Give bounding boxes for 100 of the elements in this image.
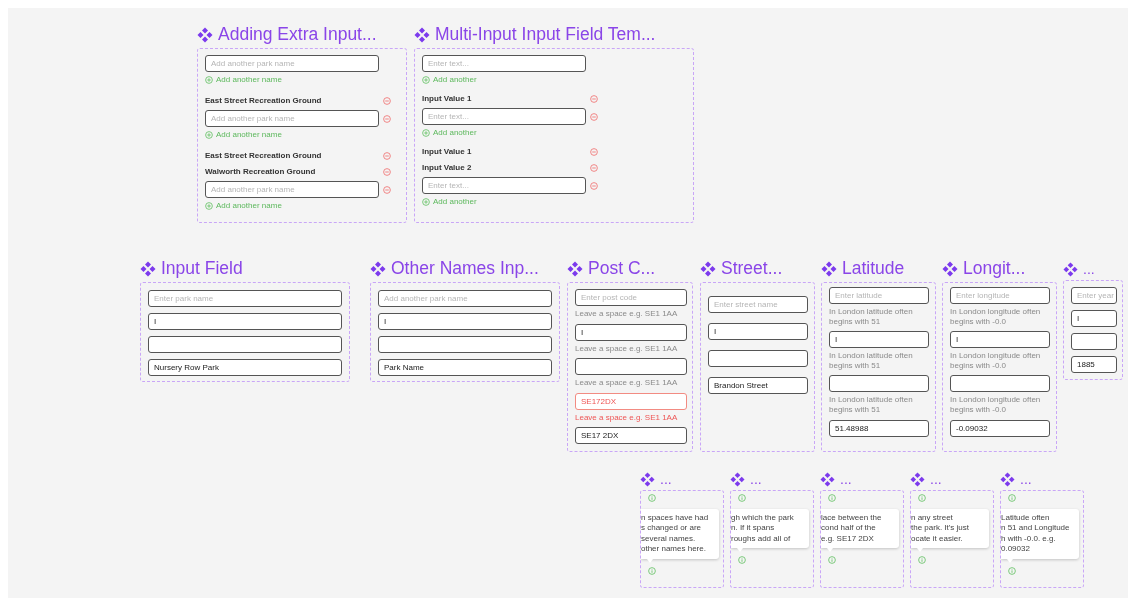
input-field[interactable]: I (1071, 310, 1117, 327)
info-icon (828, 494, 836, 502)
component-set-icon (820, 471, 835, 487)
input-field[interactable] (950, 375, 1050, 393)
input-field[interactable]: Brandon Street (708, 377, 808, 394)
input-field[interactable]: 1885 (1071, 356, 1117, 373)
info-icon (738, 556, 746, 565)
remove-icon[interactable] (383, 151, 391, 160)
input-field[interactable]: Add another park name (205, 110, 379, 127)
input-field[interactable]: I (708, 323, 808, 340)
component-set-icon (821, 260, 837, 277)
remove-icon[interactable] (383, 114, 391, 123)
input-field[interactable]: Enter street name (708, 296, 808, 313)
tooltip-card: gh which the park n. If it spans roughs add all of (731, 509, 809, 549)
remove-icon[interactable] (590, 112, 598, 121)
component-set-title: Adding Extra Input... (218, 24, 377, 45)
hint-text: In London longitude often begins with -0.0 (950, 351, 1042, 371)
info-icon (648, 494, 656, 502)
entry-label: East Street Recreation Ground (205, 150, 323, 162)
hint-text: In London latitude often begins with 51 (829, 351, 914, 371)
hint-text: Leave a space e.g. SE1 1AA (575, 343, 679, 354)
input-field[interactable] (148, 336, 342, 353)
component-set-title: Multi-Input Input Field Tem... (435, 24, 656, 45)
remove-icon[interactable] (590, 163, 598, 172)
input-field[interactable] (1071, 333, 1117, 350)
add-icon (205, 130, 213, 139)
input-field[interactable]: Enter text... (422, 177, 586, 194)
input-field[interactable]: Enter longitude (950, 287, 1050, 304)
add-link[interactable]: Add another name (205, 201, 399, 210)
input-field[interactable]: SE17 2DX (575, 427, 687, 445)
input-field[interactable]: I (829, 331, 929, 349)
add-icon (422, 75, 430, 84)
tooltip-card: n any street the park. It's just ocate it easier. (911, 509, 989, 549)
component-set-icon (910, 471, 925, 487)
hint-text: Leave a space e.g. SE1 1AA (575, 309, 679, 319)
component-set-title: Latitude (842, 258, 905, 279)
input-field[interactable] (829, 375, 929, 393)
add-icon (205, 75, 213, 84)
entry-label: Input Value 1 (422, 93, 473, 105)
hint-text: In London longitude often begins with -0.0 (950, 395, 1042, 415)
add-link[interactable]: Add another (422, 197, 686, 206)
component-set-icon (140, 260, 156, 277)
add-link[interactable]: Add another (422, 128, 686, 137)
component-set-title: ... (840, 471, 852, 487)
input-field[interactable]: Enter park name (148, 290, 342, 307)
remove-icon[interactable] (590, 147, 598, 156)
add-link[interactable]: Add another (422, 75, 686, 84)
input-field[interactable]: I (378, 313, 552, 330)
component-set-title: ... (660, 471, 672, 487)
component-set-icon (1000, 471, 1015, 487)
component-set-icon (370, 260, 386, 277)
info-icon (918, 494, 926, 502)
component-set-title: ... (1083, 261, 1095, 277)
input-field[interactable]: Add another park name (205, 55, 379, 72)
component-set-title: Street... (721, 258, 783, 279)
component-set-title: ... (750, 471, 762, 487)
component-set-title: ... (1020, 471, 1032, 487)
input-field[interactable]: I (950, 331, 1050, 349)
add-link[interactable]: Add another name (205, 75, 399, 84)
input-field[interactable]: Park Name (378, 359, 552, 376)
input-field[interactable]: Nursery Row Park (148, 359, 342, 376)
hint-text: Leave a space e.g. SE1 1AA (575, 412, 679, 423)
input-field[interactable]: Enter latitude (829, 287, 929, 304)
hint-text: In London latitude often begins with 51 (829, 307, 914, 327)
remove-icon[interactable] (590, 181, 598, 190)
component-set-title: Input Field (161, 258, 243, 279)
hint-text: In London latitude often begins with 51 (829, 395, 914, 415)
component-set-icon (197, 26, 213, 43)
remove-icon[interactable] (383, 167, 391, 176)
component-set-icon (942, 260, 958, 277)
entry-label: Walworth Recreation Ground (205, 166, 317, 178)
add-icon (205, 201, 213, 210)
remove-icon[interactable] (383, 96, 391, 105)
hint-text: In London longitude often begins with -0.0 (950, 307, 1042, 327)
hint-text: Leave a space e.g. SE1 1AA (575, 378, 679, 388)
input-field[interactable]: Enter text... (422, 55, 586, 72)
info-icon (648, 566, 656, 575)
input-field[interactable] (378, 336, 552, 353)
add-link[interactable]: Add another name (205, 130, 399, 139)
entry-label: Input Value 2 (422, 162, 473, 174)
input-field[interactable] (575, 358, 687, 376)
info-icon (738, 494, 746, 502)
entry-label: Input Value 1 (422, 146, 473, 158)
add-icon (422, 197, 430, 206)
remove-icon[interactable] (383, 185, 391, 194)
component-set-title: Longit... (963, 258, 1026, 279)
remove-icon[interactable] (590, 94, 598, 103)
component-set-title: ... (930, 471, 942, 487)
input-field[interactable]: Enter text... (422, 108, 586, 125)
info-icon (1008, 566, 1016, 575)
add-icon (422, 128, 430, 137)
input-field[interactable]: Add another park name (205, 181, 379, 198)
input-field[interactable] (708, 350, 808, 367)
input-field[interactable]: Add another park name (378, 290, 552, 307)
input-field[interactable]: Enter post code (575, 289, 687, 306)
info-icon (828, 556, 836, 565)
entry-label: East Street Recreation Ground (205, 95, 323, 107)
component-set-icon (700, 260, 716, 277)
input-field[interactable]: Enter year (1071, 287, 1117, 304)
input-field[interactable]: I (148, 313, 342, 330)
